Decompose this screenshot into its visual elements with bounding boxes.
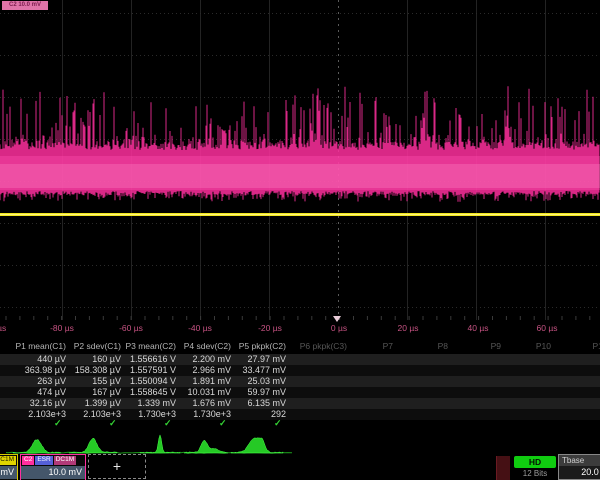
c2-trace-core-bright [0,164,600,188]
histicon-p4[interactable] [184,440,228,453]
measure-histicons[interactable] [0,429,320,455]
waveform-grid[interactable] [0,0,600,320]
measurement-cell: 6.135 mV [224,398,286,409]
measurement-cell: 27.97 mV [224,354,286,365]
param-header-p5[interactable]: P5 pkpk(C2) [224,341,286,351]
c1-scale-value: 10.0 mV [0,466,17,479]
status-check-icon: ✓ [164,418,172,429]
measurement-cell: 1.557591 V [114,365,176,376]
c2-coupling-badge: DC1M [54,456,76,465]
axis-tick-label: 20 µs [398,323,419,333]
oscilloscope-screen: C2 10.0 mV -100 µs -80 µs -60 µs -40 µs -20 … [0,0,600,480]
table-row: 440 µV160 µV1.556616 V2.200 mV27.97 mV [0,354,600,365]
histicon-p3[interactable] [140,435,180,453]
measure-table-header: P1 mean(C1)P2 sdev(C1)P3 mean(C2)P4 sdev… [0,341,600,353]
measurement-cell: 1.558645 V [114,387,176,398]
status-check-icon: ✓ [219,418,227,429]
measurement-cell: 1.676 mV [169,398,231,409]
hd-mode-badge[interactable]: HD [514,456,556,468]
channel-descriptor-c2[interactable]: C2 ESR DC1M 10.0 mV [20,454,86,480]
measurement-cell: 2.200 mV [169,354,231,365]
c1-trace-highlight [0,214,600,215]
param-header-p4[interactable]: P4 sdev(C2) [169,341,231,351]
axis-tick-label: 40 µs [468,323,489,333]
measurement-cell: 263 µV [4,376,66,387]
histicon-p5[interactable] [231,438,283,453]
measurement-cell: 474 µV [4,387,66,398]
axis-tick-label: 0 µs [331,323,347,333]
trigger-position-marker[interactable] [333,316,341,322]
measurement-cell: 440 µV [4,354,66,365]
status-check-icon: ✓ [109,418,117,429]
timebase-descriptor[interactable]: Tbase 20.0 µs/div [558,454,600,480]
measurement-cell: 1.891 mV [169,376,231,387]
axis-tick-label: 60 µs [537,323,558,333]
axis-tick-label: -60 µs [119,323,143,333]
measure-status-row: ✓ ✓ ✓ ✓ ✓ [0,419,600,429]
measurement-cell: 167 µV [59,387,121,398]
adc-bits-label: 12 Bits [514,469,556,478]
measurement-cell: 160 µV [59,354,121,365]
measurement-cell: 1.339 mV [114,398,176,409]
param-header-p3[interactable]: P3 mean(C2) [114,341,176,351]
timebase-value: 20.0 µs/div [559,466,600,479]
param-header-p10[interactable]: P10 [489,341,551,351]
partial-descriptor-fragment [496,456,510,480]
table-row: 363.98 µV158.308 µV1.557591 V2.966 mV33.… [0,365,600,376]
timebase-title: Tbase [559,455,600,466]
channel-descriptor-c1[interactable]: DC1M 10.0 mV [0,454,18,480]
measure-table: 440 µV160 µV1.556616 V2.200 mV27.97 mV36… [0,354,600,420]
trace-annotation-label: C2 10.0 mV [2,1,48,10]
measurement-cell: 1.399 µV [59,398,121,409]
c2-scale-value: 10.0 mV [21,466,85,479]
axis-tick-label: -80 µs [50,323,74,333]
measurement-cell: 1.556616 V [114,354,176,365]
param-header-p11[interactable]: P11 [545,341,600,351]
plus-icon: + [113,458,121,474]
measurement-cell: 10.031 mV [169,387,231,398]
c2-channel-badge: C2 [22,456,34,465]
table-row: 32.16 µV1.399 µV1.339 mV1.676 mV6.135 mV [0,398,600,409]
c2-esr-badge: ESR [35,456,52,465]
param-header-p7[interactable]: P7 [331,341,393,351]
measurement-cell: 2.966 mV [169,365,231,376]
add-trace-button[interactable]: + [88,454,146,479]
table-row: 474 µV167 µV1.558645 V10.031 mV59.97 mV [0,387,600,398]
measurement-cell: 1.550094 V [114,376,176,387]
time-axis: -100 µs -80 µs -60 µs -40 µs -20 µs 0 µs 20 µs… [0,320,600,337]
measurement-cell: 363.98 µV [4,365,66,376]
param-header-p1[interactable]: P1 mean(C1) [4,341,66,351]
histicon-p2[interactable] [69,438,117,453]
c1-coupling-badge: DC1M [0,456,16,465]
measurement-cell: 59.97 mV [224,387,286,398]
measurement-cell: 155 µV [59,376,121,387]
measurement-cell: 25.03 mV [224,376,286,387]
measurement-cell: 158.308 µV [59,365,121,376]
axis-tick-label: -100 µs [0,323,6,333]
param-header-p2[interactable]: P2 sdev(C1) [59,341,121,351]
axis-tick-label: -40 µs [188,323,212,333]
status-check-icon: ✓ [274,418,282,429]
table-row: 263 µV155 µV1.550094 V1.891 mV25.03 mV [0,376,600,387]
axis-tick-label: -20 µs [258,323,282,333]
measurement-cell: 33.477 mV [224,365,286,376]
histicon-p1[interactable] [13,439,61,453]
status-check-icon: ✓ [54,418,62,429]
measurement-cell: 32.16 µV [4,398,66,409]
